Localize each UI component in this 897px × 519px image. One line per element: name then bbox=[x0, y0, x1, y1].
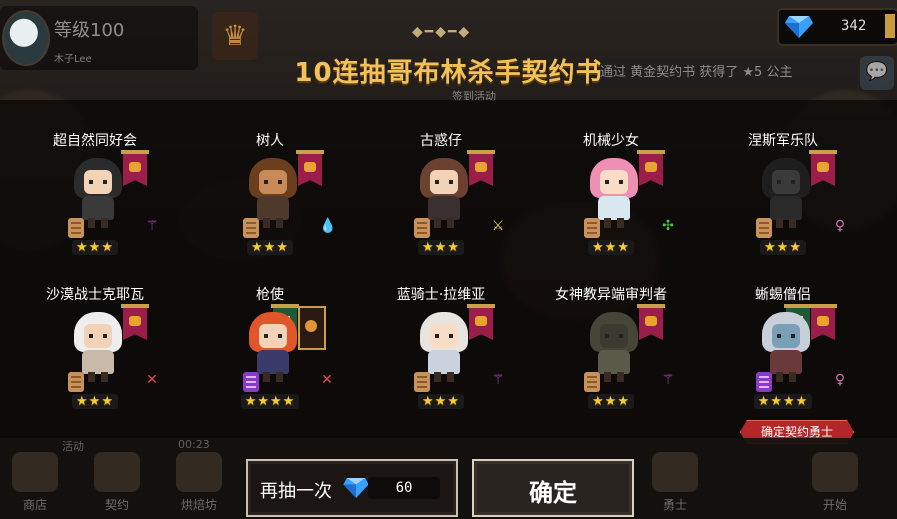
star-rating: ★★★★ bbox=[708, 394, 858, 409]
star-rating-text: ★★★ bbox=[588, 240, 634, 255]
scroll-icon bbox=[68, 218, 84, 238]
guild-banner-icon bbox=[121, 304, 149, 342]
nav-start[interactable]: 开始 bbox=[800, 444, 870, 514]
weapon-type-icon: ⚚ bbox=[661, 372, 675, 388]
player-level: 等级100 bbox=[54, 20, 125, 41]
announcement-ticker: 通过 黄金契约书 获得了 ★5 公主 bbox=[600, 58, 858, 88]
gem-count: 342 bbox=[841, 18, 867, 34]
hero-card[interactable]: 超自然同好会 ⚚ ★★★ bbox=[20, 130, 170, 280]
star-rating: ★★★ bbox=[536, 240, 686, 255]
hero-name: 女神教异端审判者 bbox=[555, 287, 667, 303]
guild-banner-icon bbox=[121, 150, 149, 188]
hero-name: 涅斯军乐队 bbox=[748, 133, 818, 149]
hero-name: 枪使 bbox=[256, 287, 284, 303]
rare-scroll-icon bbox=[756, 372, 772, 392]
guild-banner-icon bbox=[467, 304, 495, 342]
diamond-icon bbox=[343, 478, 369, 498]
nav-contract[interactable]: 契约 bbox=[82, 444, 152, 514]
hero-card[interactable]: 蜥蜴僧侣 ♀ ★★★★ bbox=[708, 284, 858, 434]
hero-card[interactable]: 枪使 ✕ ★★★★ bbox=[195, 284, 345, 434]
weapon-type-icon: 💧 bbox=[319, 218, 337, 234]
hero-name: 沙漠战士克耶瓦 bbox=[46, 287, 144, 303]
star-rating-text: ★★★ bbox=[418, 240, 464, 255]
start-icon bbox=[812, 452, 858, 492]
bakery-icon bbox=[176, 452, 222, 492]
star-rating-text: ★★★ bbox=[760, 240, 806, 255]
gem-counter[interactable]: 342 bbox=[777, 8, 897, 46]
class-banner-icon bbox=[298, 306, 326, 350]
star-rating-text: ★★★ bbox=[247, 240, 293, 255]
hero-name: 超自然同好会 bbox=[53, 133, 137, 149]
star-rating-text: ★★★★ bbox=[753, 394, 813, 409]
hero-card[interactable]: 机械少女 ✣ ★★★ bbox=[536, 130, 686, 280]
star-rating-text: ★★★ bbox=[418, 394, 464, 409]
hero-name: 古惑仔 bbox=[420, 133, 462, 149]
star-rating-text: ★★★ bbox=[72, 240, 118, 255]
chat-icon[interactable]: 💬 bbox=[860, 56, 894, 90]
add-gems-button[interactable] bbox=[885, 14, 895, 38]
hero-card[interactable]: 女神教异端审判者 ⚚ ★★★ bbox=[536, 284, 686, 434]
draw-cost: 60 bbox=[395, 480, 413, 496]
guild-banner-icon bbox=[296, 150, 324, 188]
draw-again-label: 再抽一次 bbox=[260, 481, 332, 502]
weapon-type-icon: ♀ bbox=[834, 372, 846, 388]
scroll-icon bbox=[584, 372, 600, 392]
hero-card[interactable]: 蓝骑士·拉维亚 ⚚ ★★★ bbox=[366, 284, 516, 434]
hero-card[interactable]: 涅斯军乐队 ♀ ★★★ bbox=[708, 130, 858, 280]
weapon-type-icon: ⚚ bbox=[145, 218, 159, 234]
scroll-icon bbox=[414, 218, 430, 238]
cost-box: 60 bbox=[368, 477, 440, 499]
contract-icon bbox=[94, 452, 140, 492]
diamond-icon bbox=[785, 16, 813, 38]
star-rating: ★★★ bbox=[20, 394, 170, 409]
star-rating-text: ★★★ bbox=[72, 394, 118, 409]
scroll-icon bbox=[756, 218, 772, 238]
scroll-icon bbox=[68, 372, 84, 392]
weapon-type-icon: ♀ bbox=[834, 218, 846, 234]
star-rating: ★★★ bbox=[708, 240, 858, 255]
hero-name: 蜥蜴僧侣 bbox=[755, 287, 811, 303]
hero-icon bbox=[652, 452, 698, 492]
weapon-type-icon: ✕ bbox=[321, 372, 333, 388]
shop-icon bbox=[12, 452, 58, 492]
activity-tab[interactable]: 活动 bbox=[62, 438, 84, 454]
hero-name: 蓝骑士·拉维亚 bbox=[396, 287, 486, 303]
weapon-type-icon: ✕ bbox=[146, 372, 158, 388]
star-rating: ★★★★ bbox=[195, 394, 345, 409]
star-rating-text: ★★★ bbox=[588, 394, 634, 409]
nav-heroes[interactable]: 勇士 bbox=[640, 444, 710, 514]
scroll-icon bbox=[414, 372, 430, 392]
star-rating: ★★★ bbox=[366, 394, 516, 409]
nav-bakery[interactable]: 烘焙坊 bbox=[164, 444, 234, 514]
rare-scroll-icon bbox=[243, 372, 259, 392]
weapon-type-icon: ⚔ bbox=[491, 218, 505, 234]
timer-text: 00:23 bbox=[178, 438, 210, 451]
star-rating: ★★★ bbox=[20, 240, 170, 255]
confirm-button[interactable]: 确定 bbox=[472, 459, 634, 517]
hero-name: 机械少女 bbox=[583, 133, 639, 149]
guild-banner-icon bbox=[809, 150, 837, 188]
scroll-icon bbox=[243, 218, 259, 238]
draw-again-button[interactable]: 再抽一次 60 bbox=[246, 459, 458, 517]
title-ornament-icon: ◆━◆━◆ bbox=[412, 24, 472, 40]
nav-shop[interactable]: 商店 bbox=[0, 444, 70, 514]
scroll-icon bbox=[584, 218, 600, 238]
star-rating-text: ★★★★ bbox=[240, 394, 300, 409]
star-rating: ★★★ bbox=[366, 240, 516, 255]
hero-name: 树人 bbox=[256, 133, 284, 149]
star-rating: ★★★ bbox=[536, 394, 686, 409]
weapon-type-icon: ⚚ bbox=[491, 372, 505, 388]
guild-banner-icon bbox=[637, 304, 665, 342]
star-rating: ★★★ bbox=[195, 240, 345, 255]
hero-card[interactable]: 树人 💧 ★★★ bbox=[195, 130, 345, 280]
guild-banner-icon bbox=[467, 150, 495, 188]
guild-banner-icon bbox=[637, 150, 665, 188]
weapon-type-icon: ✣ bbox=[662, 218, 674, 234]
confirm-label: 确定 bbox=[529, 479, 577, 507]
hero-card[interactable]: 古惑仔 ⚔ ★★★ bbox=[366, 130, 516, 280]
guild-banner-icon bbox=[809, 304, 837, 342]
hero-card[interactable]: 沙漠战士克耶瓦 ✕ ★★★ bbox=[20, 284, 170, 434]
